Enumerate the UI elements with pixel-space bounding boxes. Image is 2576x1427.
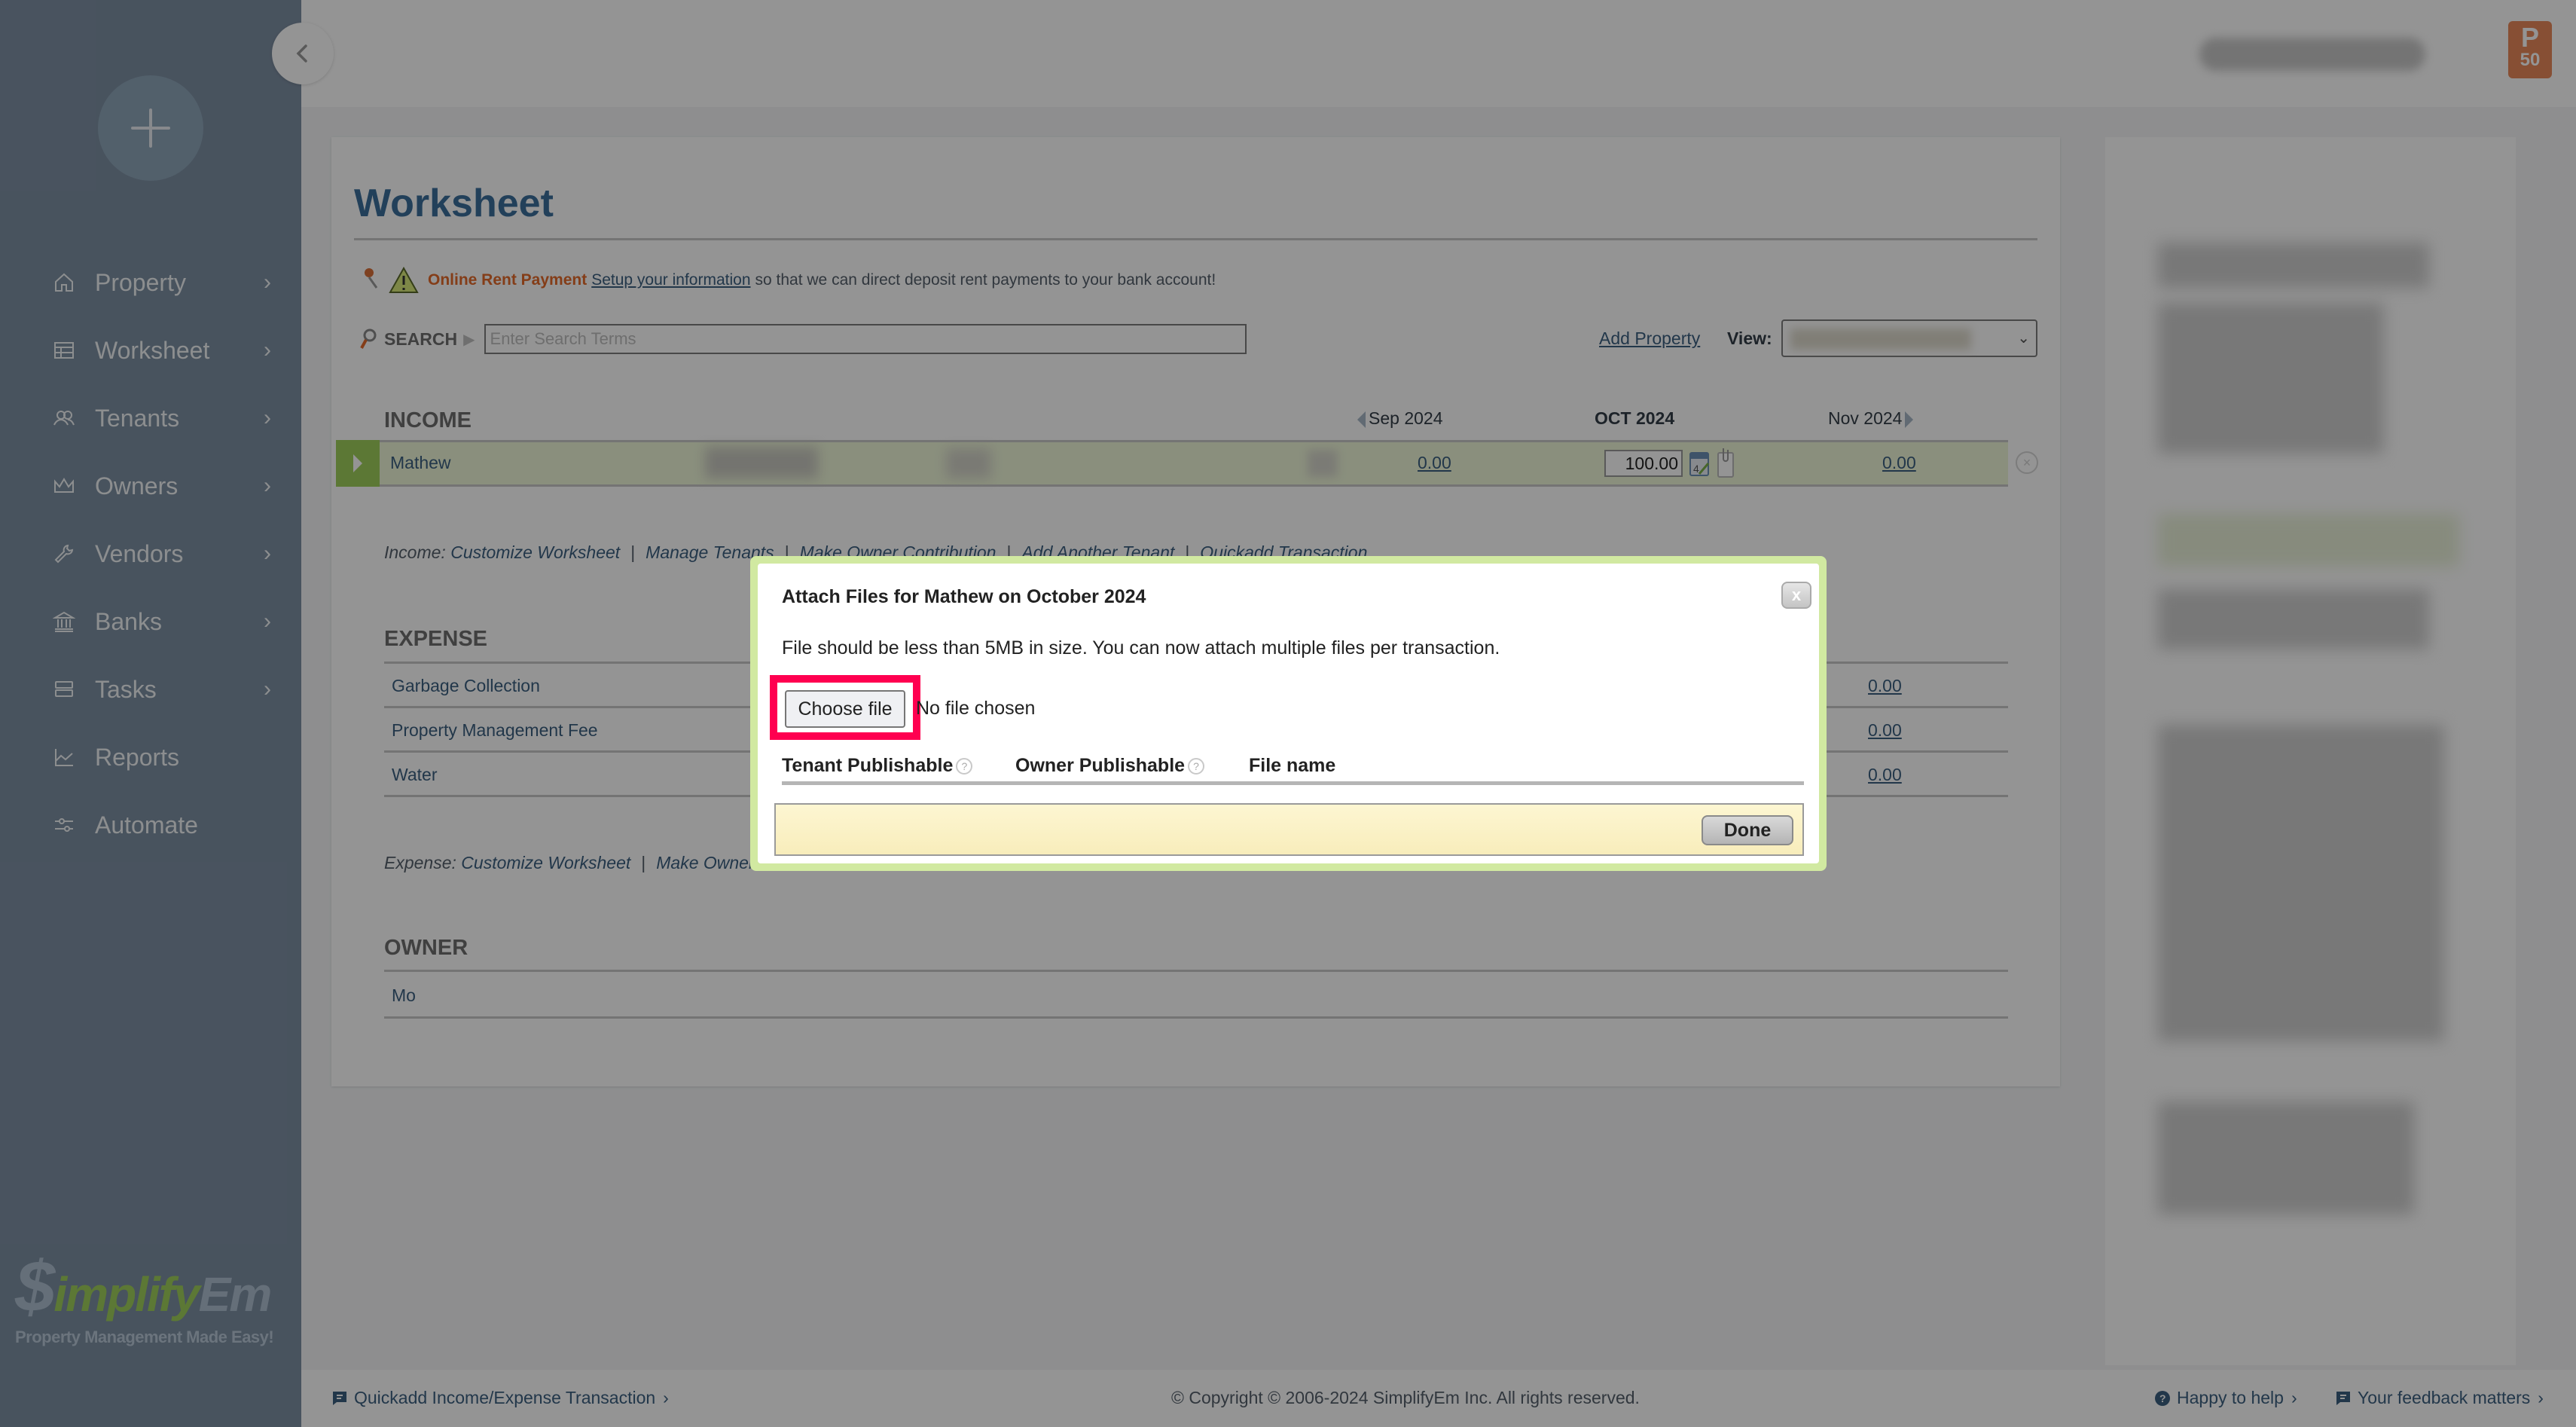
done-button[interactable]: Done (1702, 815, 1793, 845)
file-status: No file chosen (916, 698, 1036, 719)
column-file-name: File name (1249, 755, 1336, 776)
dialog-footer: Done (774, 803, 1804, 856)
file-size-note: File should be less than 5MB in size. Yo… (782, 637, 1500, 658)
column-owner-publishable: Owner Publishable ? (1015, 755, 1205, 777)
close-icon: x (1791, 585, 1802, 604)
attachments-table-header: Tenant Publishable ? Owner Publishable ?… (782, 755, 1804, 785)
dialog-title: Attach Files for Mathew on October 2024 (782, 586, 1146, 607)
app-root: Property › Worksheet › Tenants › Owners … (0, 0, 2576, 1427)
attach-files-dialog: Attach Files for Mathew on October 2024 … (750, 556, 1827, 871)
column-tenant-publishable: Tenant Publishable ? (782, 755, 973, 777)
help-icon[interactable]: ? (956, 757, 973, 775)
close-dialog-button[interactable]: x (1781, 582, 1811, 609)
help-icon[interactable]: ? (1188, 757, 1205, 775)
choose-file-button[interactable]: Choose file (785, 690, 905, 728)
